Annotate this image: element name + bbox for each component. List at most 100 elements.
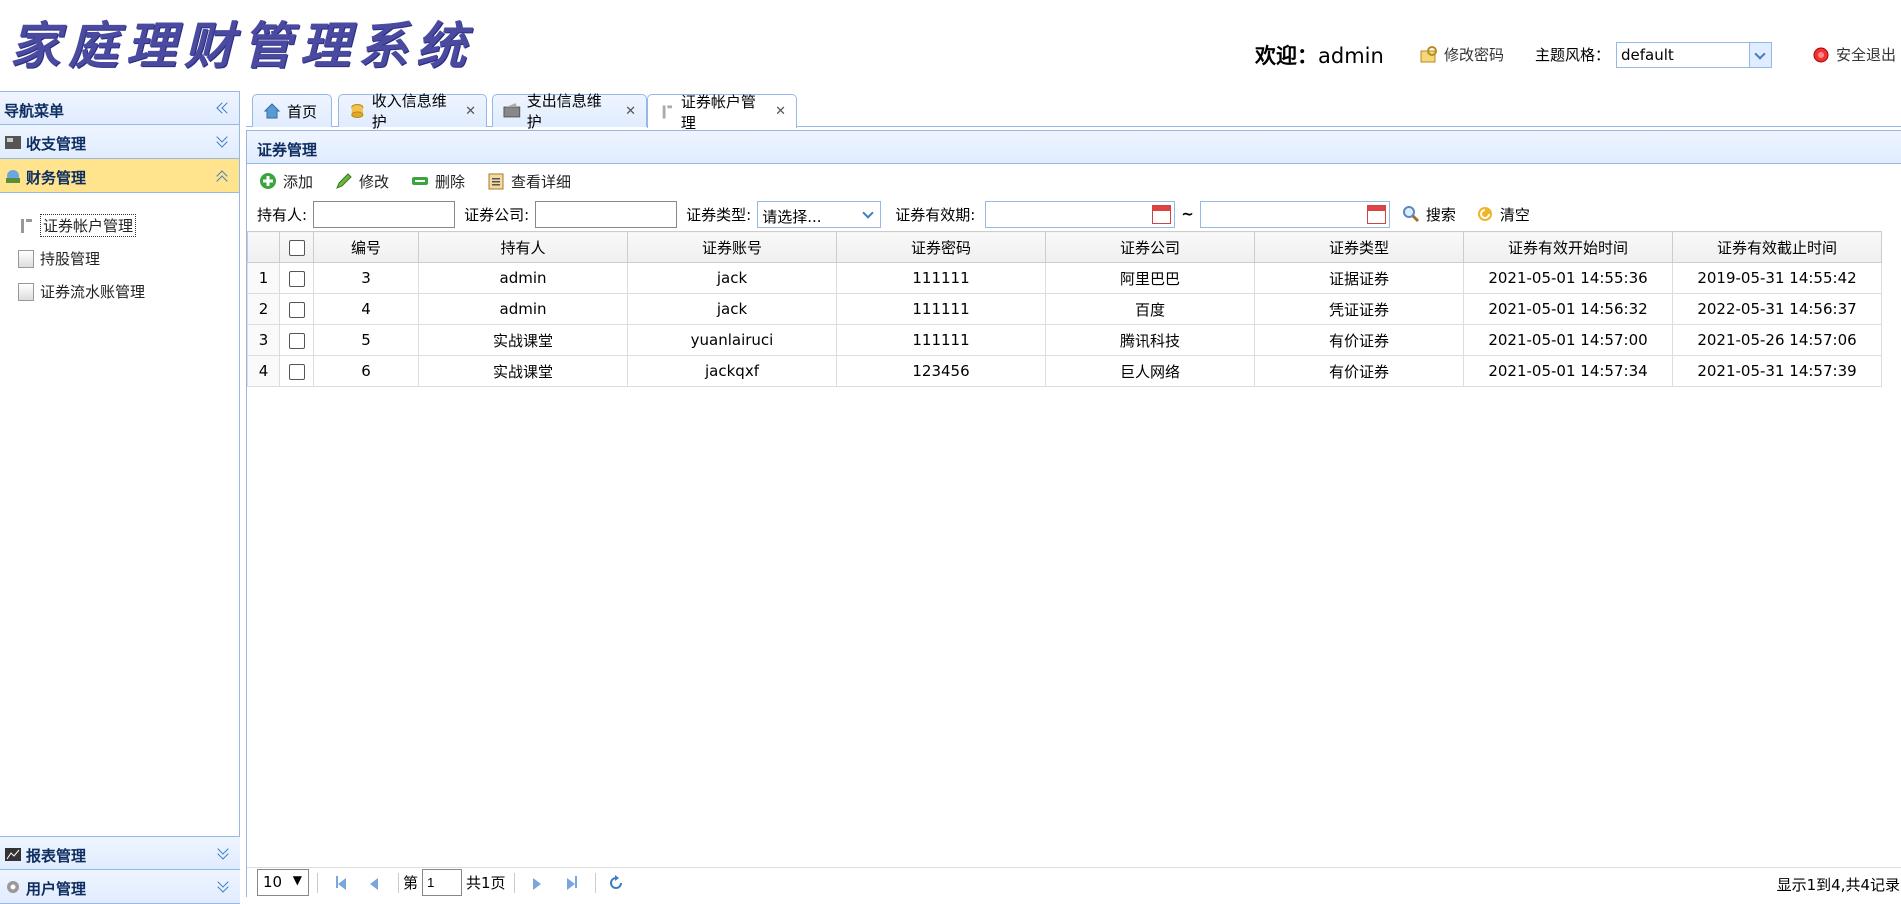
nav-group-reports[interactable]: 报表管理	[0, 836, 240, 870]
row-checkbox[interactable]	[288, 332, 305, 349]
cell-company: 阿里巴巴	[1045, 262, 1255, 294]
remove-icon	[412, 177, 429, 185]
search-icon	[1402, 206, 1419, 223]
nav-item-label: 证券帐户管理	[40, 214, 137, 237]
coins-icon	[351, 104, 364, 118]
column-header[interactable]: 证券公司	[1045, 231, 1255, 263]
close-icon[interactable]: ✕	[625, 104, 636, 119]
tab-income[interactable]: 收入信息维护 ✕	[338, 92, 487, 131]
welcome-label: 欢迎：	[1255, 44, 1318, 68]
column-header[interactable]: 证券账号	[627, 231, 837, 263]
tab-securities-account[interactable]: 证券帐户管理 ✕	[647, 93, 797, 132]
username: admin	[1318, 44, 1384, 68]
tab-expense[interactable]: 支出信息维护 ✕	[492, 92, 647, 131]
first-page-icon[interactable]	[336, 875, 350, 890]
nav-item-holdings[interactable]: 持股管理	[14, 242, 239, 275]
column-header[interactable]: 持有人	[418, 231, 628, 263]
nav-title-label: 导航菜单	[4, 102, 65, 120]
tab-label: 支出信息维护	[526, 92, 602, 131]
row-number: 2	[247, 293, 280, 325]
edit-button[interactable]: 修改	[335, 171, 389, 192]
row-checkbox[interactable]	[288, 270, 305, 287]
validity-end-date[interactable]	[1199, 200, 1390, 228]
company-input[interactable]	[535, 200, 678, 228]
nav-group-label: 用户管理	[26, 880, 87, 898]
content-panel: 证券管理 添加 修改 删除 查看详细 持有人: 证券公司: 证券类型: 请选择.…	[246, 130, 1901, 897]
validity-start-date[interactable]	[985, 200, 1176, 228]
navigation-panel: 导航菜单 收支管理 财务管理 证券帐户管理 持股管理 证券流水账管理 报表管理	[0, 91, 240, 904]
cell-type: 证据证券	[1254, 262, 1464, 294]
holder-input[interactable]	[313, 200, 456, 228]
refresh-icon[interactable]	[608, 874, 624, 891]
column-header[interactable]: 证券有效开始时间	[1463, 231, 1673, 263]
clear-button[interactable]: 清空	[1476, 204, 1530, 225]
nav-item-securities-ledger[interactable]: 证券流水账管理	[14, 275, 239, 308]
cell-type: 凭证证券	[1254, 293, 1464, 325]
table-row[interactable]: 2 4 admin jack 111111 百度 凭证证券 2021-05-01 14:56:…	[247, 293, 1882, 325]
cell-account: jack	[627, 262, 837, 294]
cell-start: 2021-05-01 14:55:36	[1463, 262, 1673, 294]
row-checkbox-cell[interactable]	[279, 324, 314, 356]
nav-item-securities-account[interactable]: 证券帐户管理	[14, 209, 239, 242]
type-select-value: 请选择...	[762, 207, 822, 226]
nav-group-income-expense[interactable]: 收支管理	[0, 125, 239, 159]
nav-group-users[interactable]: 用户管理	[0, 870, 240, 904]
page-number-input[interactable]	[422, 869, 463, 896]
logout-label: 安全退出	[1836, 46, 1897, 64]
table-row[interactable]: 3 5 实战课堂 yuanlairuci 111111 腾讯科技 有价证券 2021-05-0…	[247, 324, 1882, 356]
prev-page-icon[interactable]	[370, 876, 384, 890]
change-password-label: 修改密码	[1444, 46, 1505, 64]
next-page-icon[interactable]	[532, 876, 547, 890]
company-label: 证券公司:	[464, 205, 530, 224]
checkbox[interactable]	[288, 239, 305, 256]
page-total: 共1页	[466, 874, 506, 892]
add-button[interactable]: 添加	[259, 171, 313, 192]
tab-home[interactable]: 首页	[252, 94, 332, 127]
page-size-select[interactable]: 10 ▼	[257, 869, 309, 896]
last-page-icon[interactable]	[566, 875, 581, 890]
logout-link[interactable]: 安全退出	[1812, 44, 1896, 65]
validity-label: 证券有效期:	[895, 205, 976, 224]
cell-end: 2019-05-31 14:55:42	[1672, 262, 1882, 294]
chart-icon	[5, 848, 21, 861]
table-row[interactable]: 1 3 admin jack 111111 阿里巴巴 证据证券 2021-05-01 14:5…	[247, 262, 1882, 294]
column-header[interactable]: 编号	[313, 231, 419, 263]
calendar-icon[interactable]	[1152, 204, 1172, 224]
delete-button[interactable]: 删除	[411, 171, 465, 192]
header: 家庭理财管理系统 欢迎：admin 修改密码 主题风格： default 安全退…	[0, 0, 1901, 90]
cell-type: 有价证券	[1254, 355, 1464, 387]
close-icon[interactable]: ✕	[465, 104, 476, 119]
row-checkbox-cell[interactable]	[279, 355, 314, 387]
table-row[interactable]: 4 6 实战课堂 jackqxf 123456 巨人网络 有价证券 2021-05-01 14…	[247, 355, 1882, 387]
cash-register-icon	[5, 136, 21, 149]
search-button[interactable]: 搜索	[1402, 204, 1456, 225]
cell-end: 2021-05-26 14:57:06	[1672, 324, 1882, 356]
change-password-link[interactable]: 修改密码	[1420, 44, 1504, 65]
nav-group-label: 财务管理	[26, 169, 87, 187]
row-checkbox[interactable]	[288, 363, 305, 380]
cell-password: 123456	[836, 355, 1046, 387]
nav-group-finance[interactable]: 财务管理	[0, 159, 239, 193]
chevron-down-icon	[1749, 43, 1771, 67]
edit-label: 修改	[359, 172, 390, 191]
key-icon	[1420, 45, 1437, 62]
theme-select[interactable]: default	[1616, 42, 1772, 68]
type-select[interactable]: 请选择...	[757, 200, 882, 228]
chevron-down-icon	[858, 201, 881, 227]
page-size-value: 10	[263, 873, 283, 891]
row-checkbox-cell[interactable]	[279, 293, 314, 325]
row-number: 4	[247, 355, 280, 387]
row-checkbox[interactable]	[288, 301, 305, 318]
power-icon	[1813, 47, 1829, 62]
view-detail-button[interactable]: 查看详细	[487, 171, 571, 192]
select-all-checkbox[interactable]	[279, 231, 314, 263]
add-icon	[260, 173, 276, 189]
cell-start: 2021-05-01 14:57:34	[1463, 355, 1673, 387]
column-header[interactable]: 证券密码	[836, 231, 1046, 263]
column-header[interactable]: 证券有效截止时间	[1672, 231, 1882, 263]
row-checkbox-cell[interactable]	[279, 262, 314, 294]
calendar-icon[interactable]	[1366, 204, 1386, 224]
column-header[interactable]: 证券类型	[1254, 231, 1464, 263]
close-icon[interactable]: ✕	[775, 104, 786, 119]
collapse-left-icon[interactable]	[215, 101, 233, 115]
